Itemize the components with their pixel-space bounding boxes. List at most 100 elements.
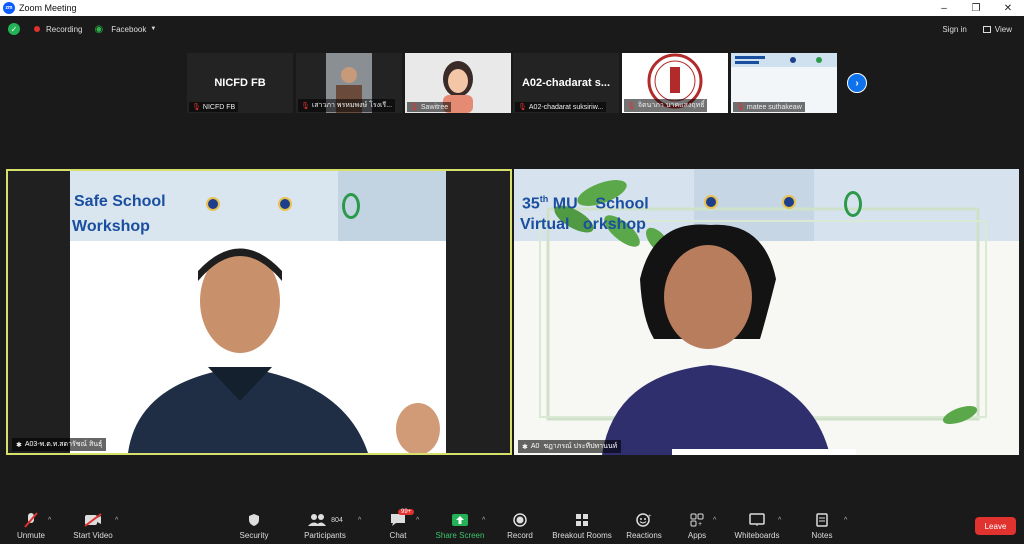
reactions-label: Reactions (626, 531, 662, 540)
mic-muted-icon: 🎙 (192, 104, 201, 111)
video-options-chevron-icon[interactable]: ^ (115, 517, 118, 524)
security-label: Security (239, 531, 269, 540)
share-screen-label: Share Screen (435, 531, 485, 540)
live-stream-icon: ◉ (94, 23, 104, 35)
participant-thumbnail[interactable]: NICFD FB 🎙 NICFD FB (187, 53, 293, 113)
apps-button[interactable]: + Apps (684, 511, 710, 540)
whiteboards-label: Whiteboards (734, 531, 780, 540)
university-logo-icon (704, 195, 718, 209)
svg-text:+: + (648, 514, 652, 520)
participant-name-large: A02-chadarat s... (521, 77, 611, 89)
window-title: Zoom Meeting (19, 3, 77, 13)
mic-muted-icon: 🎙 (736, 104, 745, 111)
participants-count: 804 (331, 516, 343, 524)
video-tile-active-speaker[interactable]: Safe School Workshop ✱ A03-พ.ต.ท.สดารัชณ… (6, 169, 512, 455)
participant-thumbnail[interactable]: A02-chadarat s... 🎙 A02-chadarat suksiriw… (513, 53, 619, 113)
audio-options-chevron-icon[interactable]: ^ (48, 517, 51, 524)
chevron-down-icon: ▼ (150, 26, 157, 32)
participants-icon: 804 (300, 511, 350, 529)
notes-label: Notes (811, 531, 833, 540)
participant-thumbnail[interactable]: 🎙 เสาวภา พรหมพงษ์ โรงเรี... (296, 53, 402, 113)
tile-participant-name: A0 ชฎาภรณ์ ประทีปทานนท์ (530, 443, 618, 450)
share-screen-button[interactable]: Share Screen (434, 511, 486, 540)
close-button[interactable]: ✕ (992, 0, 1024, 16)
participants-button[interactable]: 804 Participants (300, 511, 350, 540)
mic-muted-icon: 🎙 (410, 104, 419, 111)
notes-icon (808, 511, 836, 529)
start-video-label: Start Video (73, 531, 113, 540)
live-stream-dropdown[interactable]: Facebook ▼ (111, 25, 156, 34)
view-button[interactable]: View (982, 24, 1012, 34)
grid-view-icon (982, 25, 991, 33)
participant-name: เสาวภา พรหมพงษ์ โรงเรี... (311, 102, 393, 109)
chat-icon: 99+ (384, 509, 415, 529)
window-titlebar: zm Zoom Meeting – ❐ ✕ (0, 0, 1024, 16)
unmute-label: Unmute (16, 531, 45, 540)
university-logo-icon (782, 195, 796, 209)
participant-thumbnail[interactable]: 🎙 Sawitree (405, 53, 511, 113)
chat-label: Chat (389, 531, 407, 540)
notes-button[interactable]: Notes (808, 511, 836, 540)
banner-edition-suffix: th (539, 194, 549, 204)
banner-title-line2: Workshop (72, 218, 150, 235)
start-video-button[interactable]: Start Video (70, 511, 116, 540)
svg-text:+: + (698, 521, 702, 527)
banner-title-line2: Virtual orkshop (520, 216, 646, 233)
stream-label: Facebook (111, 24, 147, 34)
apps-options-chevron-icon[interactable]: ^ (713, 517, 716, 524)
minimize-button[interactable]: – (928, 0, 960, 16)
share-options-chevron-icon[interactable]: ^ (482, 517, 485, 524)
participant-name: A02-chadarat suksiriw... (528, 103, 604, 111)
notes-options-chevron-icon[interactable]: ^ (844, 517, 847, 524)
record-label: Record (507, 531, 533, 540)
mic-muted-icon: 🎙 (518, 104, 527, 111)
recording-label: Recording (46, 24, 83, 34)
banner-title-line1: Safe School (74, 193, 166, 210)
mic-muted-icon: 🎙 (627, 102, 636, 110)
chat-options-chevron-icon[interactable]: ^ (416, 517, 419, 524)
chevron-right-icon: › (855, 77, 859, 89)
maximize-button[interactable]: ❐ (960, 0, 992, 16)
organization-logo-icon (844, 191, 862, 217)
participant-thumbnail[interactable]: 🎙 จิตนาภา นาคแสงฤทธิ์ (622, 53, 728, 113)
participants-options-chevron-icon[interactable]: ^ (358, 517, 361, 524)
pin-icon: ✱ (522, 443, 528, 451)
university-logo-icon (206, 197, 220, 211)
breakout-rooms-button[interactable]: Breakout Rooms (550, 511, 614, 540)
participant-name: NICFD FB (202, 103, 236, 111)
record-button[interactable]: Record (504, 511, 536, 540)
video-off-icon (70, 511, 116, 529)
recording-indicator[interactable]: Recording (34, 25, 82, 34)
chat-unread-badge: 99+ (398, 509, 415, 515)
breakout-rooms-label: Breakout Rooms (552, 531, 612, 540)
participant-name: จิตนาภา นาคแสงฤทธิ์ (637, 102, 705, 109)
participant-name: matee suthakeaw (746, 103, 802, 111)
next-page-button[interactable]: › (847, 73, 867, 93)
whiteboards-options-chevron-icon[interactable]: ^ (778, 517, 781, 524)
participant-caption: 🎙 จิตนาภา นาคแสงฤทธิ์ (624, 99, 708, 112)
participant-caption: 🎙 A02-chadarat suksiriw... (515, 102, 607, 112)
whiteboards-button[interactable]: Whiteboards (732, 511, 782, 540)
apps-icon: + (684, 511, 710, 529)
view-label: View (994, 24, 1012, 34)
meeting-topbar: ✓ Recording ◉ Facebook ▼ Sign in View (0, 16, 1024, 42)
participant-caption: 🎙 matee suthakeaw (733, 102, 805, 112)
zoom-logo-icon: zm (3, 2, 15, 14)
chat-button[interactable]: 99+ Chat (384, 509, 415, 540)
participant-thumbnail[interactable]: 🎙 matee suthakeaw (731, 53, 837, 113)
participant-caption: 🎙 เสาวภา พรหมพงษ์ โรงเรี... (298, 99, 396, 112)
smiley-icon: + (624, 511, 664, 529)
security-button[interactable]: Security (236, 511, 272, 540)
tile-caption: ✱ A03-พ.ต.ท.สดารัชณ์ สินธุ์ (12, 438, 107, 451)
share-screen-icon (434, 511, 486, 529)
breakout-rooms-icon (550, 511, 614, 529)
shield-icon (236, 511, 272, 529)
video-tile[interactable]: 35th MU School Virtual orkshop ✱ A0 ชฎาภ… (514, 169, 1019, 455)
unmute-button[interactable]: Unmute (14, 511, 48, 540)
record-icon (504, 511, 536, 529)
reactions-button[interactable]: + Reactions (624, 511, 664, 540)
security-shield-icon[interactable]: ✓ (8, 23, 20, 35)
mic-muted-icon: 🎙 (301, 102, 310, 110)
sign-in-button[interactable]: Sign in (942, 25, 966, 34)
leave-button[interactable]: Leave (975, 517, 1016, 535)
